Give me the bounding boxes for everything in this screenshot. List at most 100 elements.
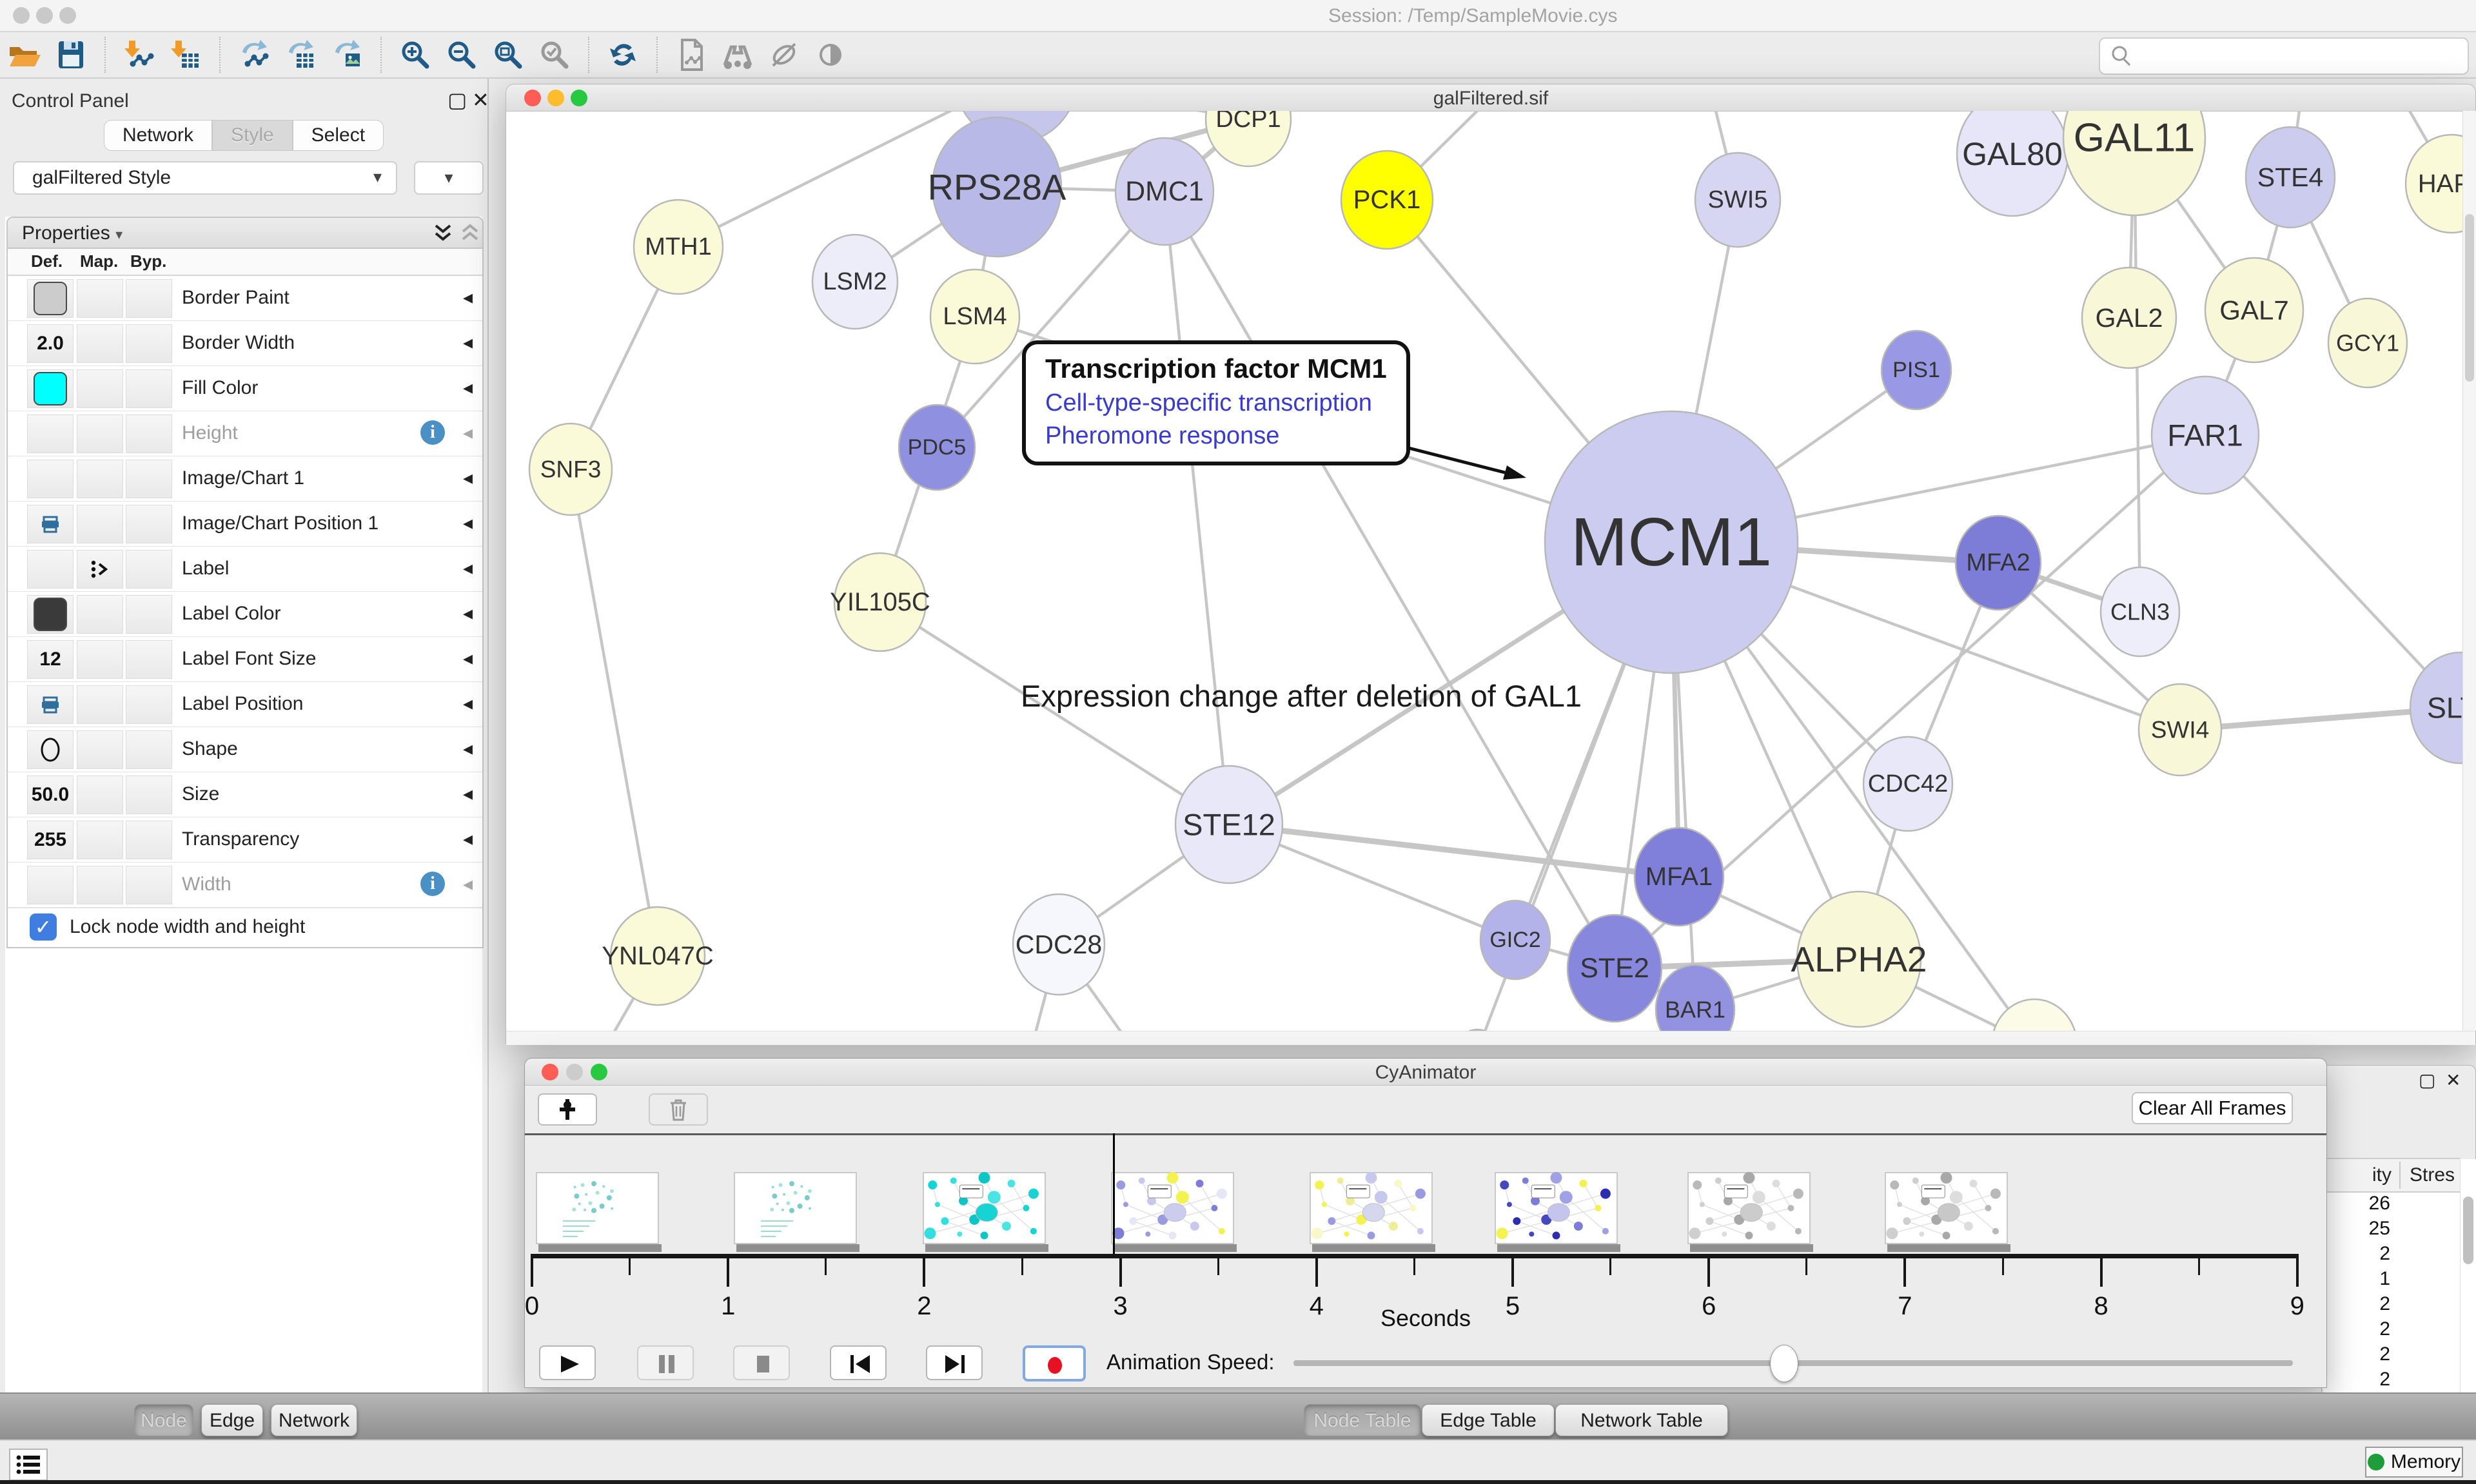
node-mfa2[interactable]: MFA2 (1956, 516, 2041, 610)
annotation-link[interactable]: Cell-type-specific transcription (1045, 389, 1406, 417)
zoom-selected-button[interactable] (536, 37, 573, 73)
record-button[interactable] (1023, 1345, 1086, 1381)
property-byp-cell[interactable] (126, 821, 172, 859)
add-frame-button[interactable] (538, 1093, 597, 1126)
frame-thumbnail-1s[interactable] (734, 1172, 857, 1244)
skip-to-start-button[interactable] (830, 1345, 887, 1380)
table-row[interactable]: 2 (2323, 1369, 2460, 1394)
property-map-cell[interactable] (77, 369, 123, 408)
node-lsm2[interactable]: LSM2 (812, 235, 898, 329)
node-pdc5[interactable]: PDC5 (899, 405, 975, 490)
discrete-mapping-icon[interactable] (77, 550, 123, 589)
node-snf3[interactable]: SNF3 (529, 424, 612, 515)
minimize-window-icon[interactable] (36, 7, 53, 24)
import-table-button[interactable] (168, 37, 204, 73)
table-row[interactable]: 2 (2323, 1243, 2460, 1268)
column-divider[interactable] (2399, 1162, 2401, 1189)
property-byp-cell[interactable] (126, 685, 172, 724)
tab-node[interactable]: Node (134, 1404, 193, 1436)
expand-property-icon[interactable]: ◂ (463, 692, 473, 715)
export-image-button[interactable] (329, 37, 365, 73)
scrollbar-thumb[interactable] (2463, 1196, 2473, 1264)
frame-thumbnail-7s[interactable] (1885, 1172, 2008, 1244)
property-row-transparency[interactable]: 255Transparency◂ (8, 817, 482, 863)
show-details-button[interactable] (812, 37, 849, 73)
property-def-cell[interactable] (27, 595, 74, 634)
property-row-label-position[interactable]: Label Position◂ (8, 682, 482, 727)
position-icon[interactable] (27, 505, 74, 543)
property-row-label[interactable]: Label◂ (8, 547, 482, 592)
close-window-icon[interactable] (13, 7, 30, 24)
properties-header[interactable]: Properties ▾ (8, 218, 482, 249)
column-stress[interactable]: Stres (2410, 1164, 2455, 1186)
frame-thumbnail-4s[interactable] (1310, 1172, 1433, 1244)
property-map-cell[interactable] (77, 595, 123, 634)
table-scrollbar[interactable] (2460, 1159, 2476, 1421)
style-options-button[interactable]: ▾ (414, 161, 484, 195)
property-def-cell[interactable] (27, 415, 74, 453)
table-row[interactable]: 1 (2323, 1268, 2460, 1293)
info-icon[interactable]: i (420, 420, 445, 445)
node-cdc42[interactable]: CDC42 (1863, 737, 1952, 831)
table-row[interactable]: 25 (2323, 1218, 2460, 1243)
collapse-all-icon[interactable] (432, 223, 454, 244)
tab-edge-table[interactable]: Edge Table (1422, 1404, 1555, 1436)
property-row-image-chart-1[interactable]: Image/Chart 1◂ (8, 456, 482, 502)
timeline-playhead[interactable] (1113, 1133, 1115, 1254)
property-map-cell[interactable] (77, 866, 123, 904)
expand-property-icon[interactable]: ◂ (463, 557, 473, 580)
delete-frame-button[interactable] (649, 1093, 708, 1126)
network-file-button[interactable] (673, 37, 709, 73)
expand-property-icon[interactable]: ◂ (463, 828, 473, 850)
property-byp-cell[interactable] (126, 595, 172, 634)
property-def-cell[interactable] (27, 369, 74, 408)
property-map-cell[interactable] (77, 460, 123, 498)
zoom-out-button[interactable] (444, 37, 480, 73)
node-gal7[interactable]: GAL7 (2205, 258, 2303, 362)
node-cln3[interactable]: CLN3 (2101, 567, 2179, 656)
clear-all-frames-button[interactable]: Clear All Frames (2132, 1092, 2293, 1124)
property-byp-cell[interactable] (126, 324, 172, 363)
frame-thumbnail-2s[interactable] (923, 1172, 1046, 1244)
node-alpha2[interactable]: ALPHA2 (1791, 892, 1927, 1027)
export-table-button[interactable] (282, 37, 319, 73)
search-box[interactable] (2099, 37, 2469, 75)
property-byp-cell[interactable] (126, 460, 172, 498)
search-binoculars-button[interactable] (720, 37, 756, 73)
expand-property-icon[interactable]: ◂ (463, 376, 473, 399)
property-byp-cell[interactable] (126, 415, 172, 453)
float-panel-icon[interactable]: ▢ (2419, 1069, 2435, 1091)
node-ste2[interactable]: STE2 (1567, 915, 1662, 1022)
float-panel-icon[interactable]: ▢ (447, 88, 467, 112)
property-byp-cell[interactable] (126, 279, 172, 318)
search-input[interactable] (2135, 45, 2447, 67)
tab-style[interactable]: Style (212, 120, 293, 151)
table-row[interactable]: 26 (2323, 1193, 2460, 1218)
property-map-cell[interactable] (77, 730, 123, 769)
close-panel-icon[interactable]: ✕ (2446, 1069, 2461, 1091)
tab-network[interactable]: Network (104, 120, 212, 151)
property-row-height[interactable]: Heighti◂ (8, 411, 482, 456)
tab-network-table[interactable]: Network Table (1555, 1404, 1728, 1436)
memory-button[interactable]: Memory (2365, 1447, 2463, 1478)
expand-property-icon[interactable]: ◂ (463, 783, 473, 805)
expand-property-icon[interactable]: ◂ (463, 737, 473, 760)
property-row-label-font-size[interactable]: 12Label Font Size◂ (8, 637, 482, 682)
save-session-button[interactable] (53, 37, 89, 73)
node-gal11[interactable]: GAL11 (2063, 111, 2205, 215)
info-icon[interactable]: i (420, 872, 445, 896)
frame-thumbnail-5s[interactable] (1495, 1172, 1618, 1244)
close-panel-icon[interactable]: ✕ (472, 88, 489, 112)
expand-property-icon[interactable]: ◂ (463, 331, 473, 354)
table-row[interactable]: 2 (2323, 1318, 2460, 1343)
vertical-scrollbar[interactable] (2462, 111, 2476, 1031)
node-gic2[interactable]: GIC2 (1480, 901, 1550, 979)
property-byp-cell[interactable] (126, 369, 172, 408)
node-rps28a[interactable]: RPS28A (928, 117, 1066, 257)
property-def-cell[interactable]: 255 (27, 821, 74, 859)
pause-button[interactable] (637, 1345, 694, 1380)
expand-property-icon[interactable]: ◂ (463, 602, 473, 625)
import-network-button[interactable] (121, 37, 157, 73)
property-def-cell[interactable] (27, 866, 74, 904)
property-def-cell[interactable] (27, 460, 74, 498)
